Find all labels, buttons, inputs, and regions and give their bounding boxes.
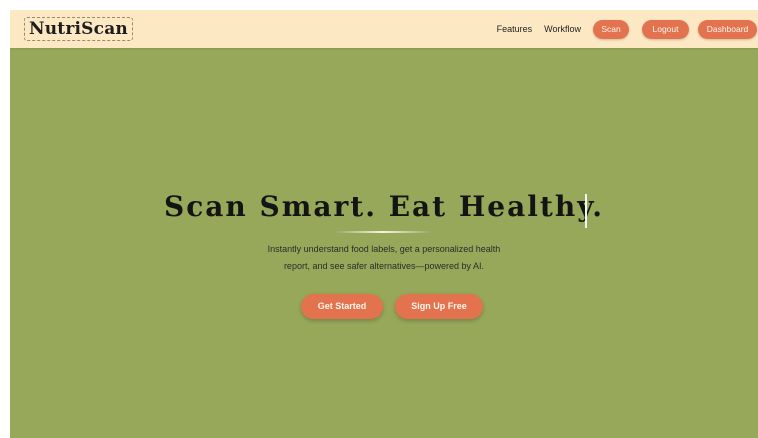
top-navbar: NutriScan Features Workflow Scan Logout … xyxy=(10,10,758,48)
nav-link-features[interactable]: Features xyxy=(497,24,533,34)
nav-links: Features Workflow Scan Logout Dashboard xyxy=(497,10,758,48)
hero-subtitle-line-1: Instantly understand food labels, get a … xyxy=(267,244,501,254)
app-frame: NutriScan Features Workflow Scan Logout … xyxy=(10,10,758,438)
scan-button[interactable]: Scan xyxy=(593,19,629,39)
dashboard-button[interactable]: Dashboard xyxy=(698,19,757,39)
title-underline xyxy=(334,231,432,233)
sign-up-free-button[interactable]: Sign Up Free xyxy=(395,294,483,319)
brand-logo[interactable]: NutriScan xyxy=(24,17,133,41)
typing-cursor xyxy=(585,194,587,228)
hero-subtitle: Instantly understand food labels, get a … xyxy=(234,241,534,275)
hero-title: Scan Smart. Eat Healthy. xyxy=(164,190,604,223)
logout-button[interactable]: Logout xyxy=(642,19,689,39)
get-started-button[interactable]: Get Started xyxy=(301,294,383,319)
nav-link-workflow[interactable]: Workflow xyxy=(544,24,581,34)
hero-subtitle-line-2: report, and see safer alternatives—power… xyxy=(283,261,485,271)
